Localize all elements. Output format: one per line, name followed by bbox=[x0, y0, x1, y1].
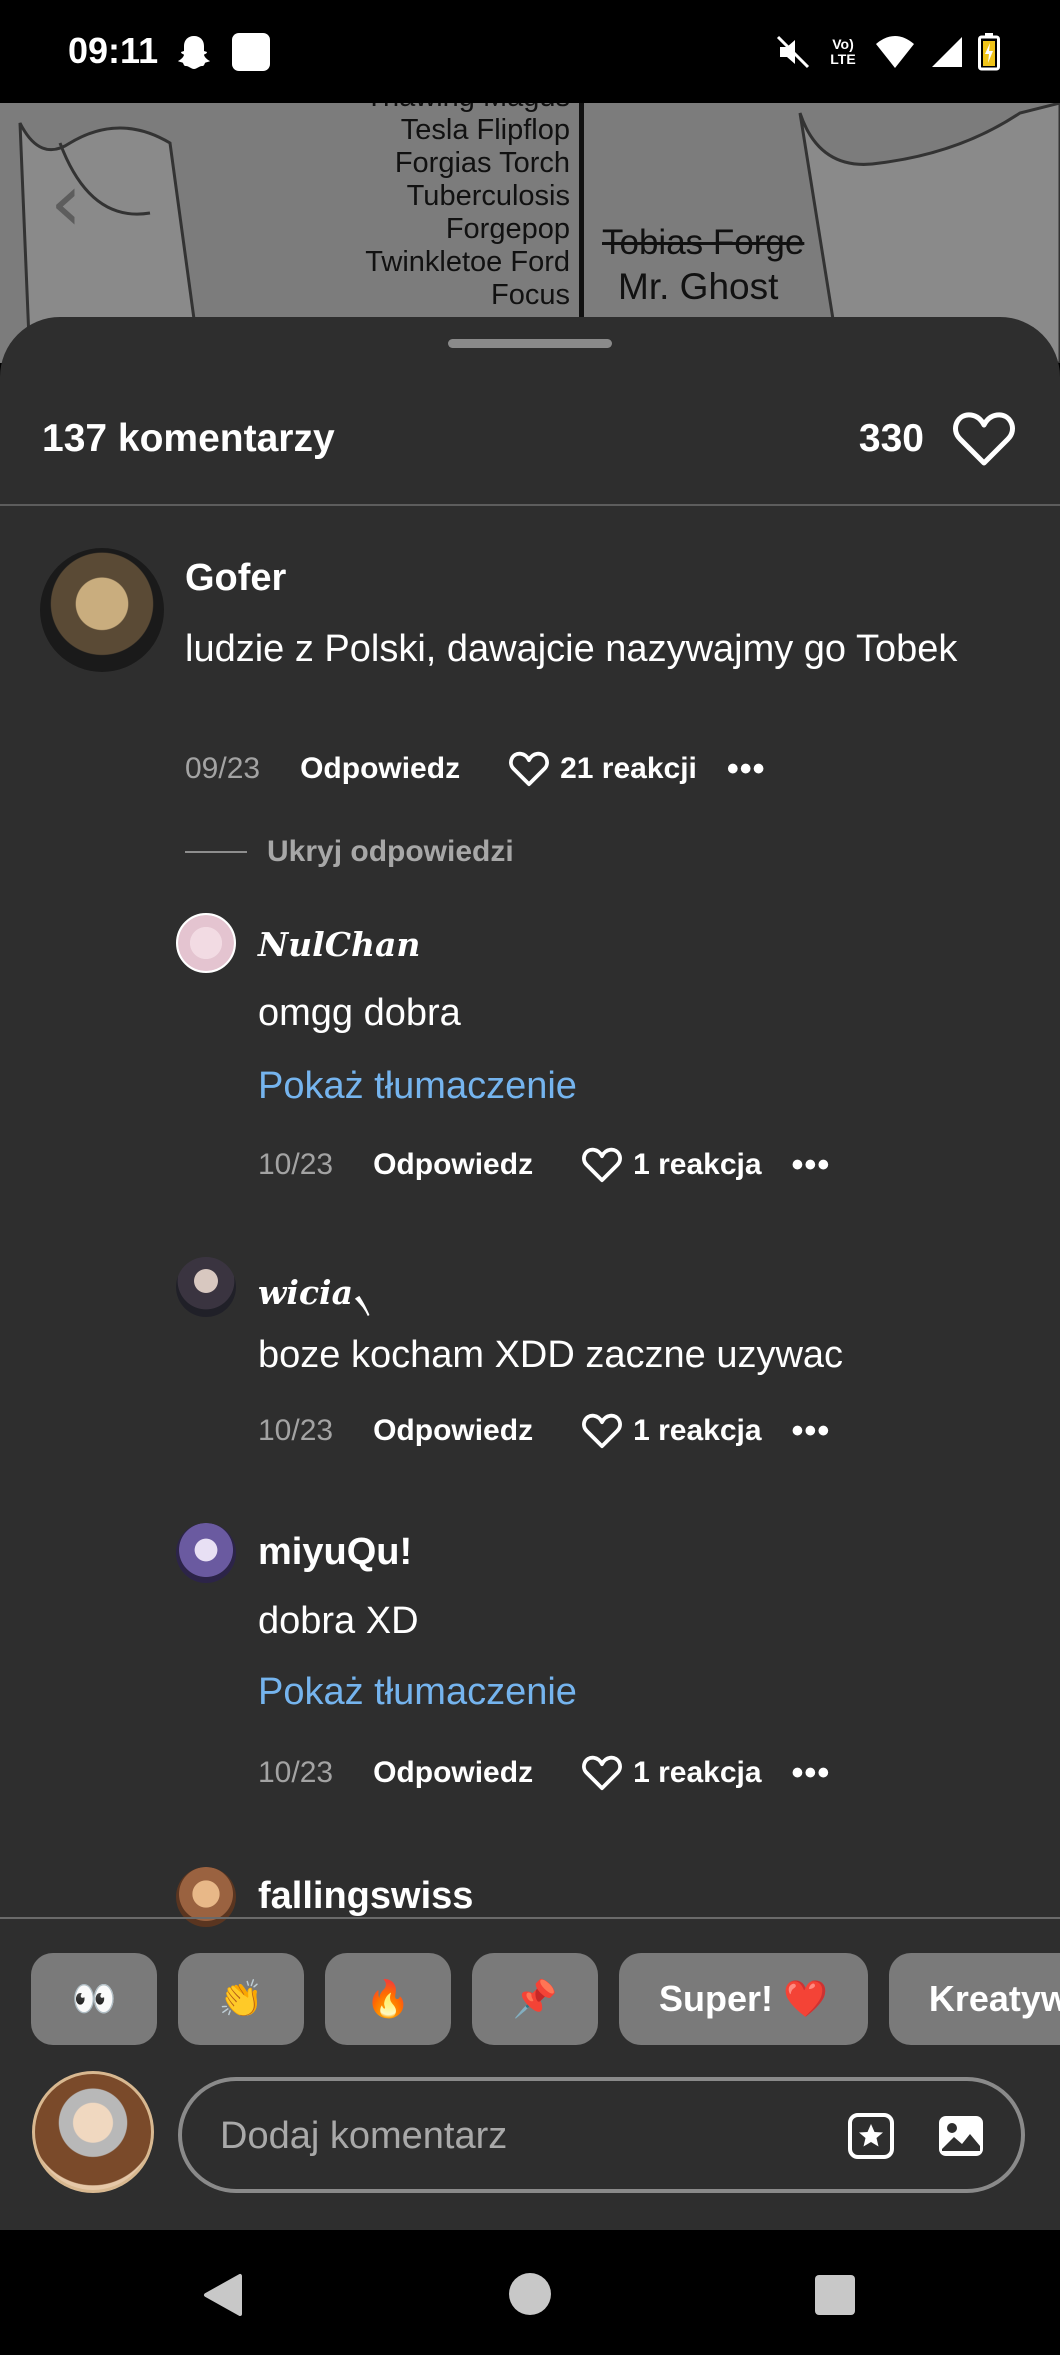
show-translation-link[interactable]: Pokaż tłumaczenie bbox=[258, 1065, 577, 1108]
pin-name: Focus bbox=[491, 279, 570, 311]
comment-input-wrapper bbox=[178, 2077, 1025, 2193]
comment-count: 137 komentarzy bbox=[42, 417, 335, 460]
pin-name: Twinkletoe Ford bbox=[365, 246, 570, 278]
volte-icon: Vo) LTE bbox=[830, 36, 856, 67]
quick-reaction-creative[interactable]: Kreatywne bbox=[888, 1953, 1060, 2045]
comment-meta: 09/23 Odpowiedz 21 reakcji ••• bbox=[185, 747, 766, 791]
reply-button[interactable]: Odpowiedz bbox=[373, 1756, 533, 1790]
hide-replies-label: Ukryj odpowiedzi bbox=[267, 835, 514, 868]
heart-icon[interactable] bbox=[952, 409, 1016, 469]
back-nav-icon[interactable] bbox=[200, 2272, 246, 2318]
image-icon[interactable] bbox=[936, 2111, 986, 2161]
avatar[interactable] bbox=[176, 913, 236, 973]
pin-struck-name: Tobias Forge bbox=[602, 223, 805, 262]
snapchat-icon bbox=[178, 36, 210, 69]
composer-divider bbox=[0, 1917, 1060, 1919]
reply-meta: 10/23 Odpowiedz 1 reakcja ••• bbox=[258, 1751, 830, 1795]
reply-author[interactable]: wicia৲ bbox=[258, 1267, 373, 1323]
reply-button[interactable]: Odpowiedz bbox=[373, 1148, 533, 1182]
avatar[interactable] bbox=[176, 1257, 236, 1317]
reply-text: omgg dobra bbox=[258, 992, 461, 1034]
comment-composer bbox=[0, 2071, 1060, 2213]
replies-line bbox=[185, 851, 247, 853]
header-divider bbox=[0, 504, 1060, 506]
reply-button[interactable]: Odpowiedz bbox=[300, 752, 460, 786]
signal-icon bbox=[932, 37, 962, 67]
reply-meta: 10/23 Odpowiedz 1 reakcja ••• bbox=[258, 1409, 830, 1453]
heart-icon bbox=[582, 1147, 622, 1183]
wifi-icon bbox=[876, 36, 914, 68]
reply-date: 10/23 bbox=[258, 1756, 334, 1789]
notification-icon bbox=[232, 33, 270, 71]
reaction-button[interactable]: 1 reakcja bbox=[581, 1754, 762, 1792]
pin-name: Thawing Magus bbox=[300, 103, 570, 114]
avatar[interactable] bbox=[32, 2071, 154, 2193]
quick-reactions: 👀 👏 🔥 📌 Super! ❤️ Kreatywne bbox=[31, 1953, 1060, 2045]
more-options-button[interactable]: ••• bbox=[727, 750, 766, 789]
reply-date: 10/23 bbox=[258, 1414, 334, 1447]
hide-replies-button[interactable]: Ukryj odpowiedzi bbox=[185, 835, 514, 869]
system-nav-bar bbox=[0, 2230, 1060, 2355]
mute-icon bbox=[776, 35, 810, 69]
heart-icon bbox=[582, 1413, 622, 1449]
comment-author[interactable]: Gofer bbox=[185, 557, 286, 600]
comment-input[interactable] bbox=[218, 2081, 802, 2191]
reply-author[interactable]: fallingswiss bbox=[258, 1875, 473, 1918]
reaction-button[interactable]: 1 reakcja bbox=[581, 1412, 762, 1450]
recents-nav-icon[interactable] bbox=[814, 2274, 856, 2316]
pin-names-list: Thawing Magus Tesla Flipflop Forgias Tor… bbox=[300, 103, 570, 312]
pin-name: Forgepop bbox=[445, 213, 570, 245]
home-nav-icon[interactable] bbox=[508, 2272, 552, 2316]
reply-date: 10/23 bbox=[258, 1148, 334, 1181]
quick-reaction-clap[interactable]: 👏 bbox=[178, 1953, 304, 2045]
pin-name: Forgias Torch bbox=[394, 147, 570, 179]
avatar[interactable] bbox=[176, 1523, 236, 1583]
pin-ghost-name: Mr. Ghost bbox=[618, 266, 779, 307]
reaction-count: 21 reakcji bbox=[560, 752, 697, 785]
quick-reaction-eyes[interactable]: 👀 bbox=[31, 1953, 157, 2045]
quick-reaction-fire[interactable]: 🔥 bbox=[325, 1953, 451, 2045]
status-time: 09:11 bbox=[68, 30, 159, 71]
reply-meta: 10/23 Odpowiedz 1 reakcja ••• bbox=[258, 1143, 830, 1187]
drag-handle[interactable] bbox=[448, 339, 612, 348]
more-options-button[interactable]: ••• bbox=[792, 1146, 831, 1185]
pin-name: Tuberculosis bbox=[406, 180, 570, 212]
reply-text: boze kocham XDD zaczne uzywac bbox=[258, 1334, 844, 1376]
reaction-count: 1 reakcja bbox=[633, 1148, 762, 1181]
heart-icon bbox=[582, 1755, 622, 1791]
quick-reaction-super[interactable]: Super! ❤️ bbox=[619, 1953, 868, 2045]
more-options-button[interactable]: ••• bbox=[792, 1754, 831, 1793]
sticker-icon[interactable] bbox=[846, 2111, 896, 2161]
reaction-button[interactable]: 1 reakcja bbox=[581, 1146, 762, 1184]
reaction-count: 1 reakcja bbox=[633, 1756, 762, 1789]
chevron-left-icon[interactable]: ‹ bbox=[50, 163, 82, 243]
heart-icon bbox=[509, 751, 549, 787]
reply-button[interactable]: Odpowiedz bbox=[373, 1414, 533, 1448]
show-translation-link[interactable]: Pokaż tłumaczenie bbox=[258, 1671, 577, 1714]
battery-icon bbox=[978, 33, 1000, 71]
comments-sheet: 137 komentarzy 330 Gofer ludzie z Polski… bbox=[0, 317, 1060, 2230]
quick-reaction-pin[interactable]: 📌 bbox=[472, 1953, 598, 2045]
reply-text: dobra XD bbox=[258, 1600, 419, 1642]
status-icons: Vo) LTE bbox=[774, 30, 1000, 74]
reaction-count: 1 reakcja bbox=[633, 1414, 762, 1447]
reaction-button[interactable]: 21 reakcji bbox=[508, 750, 697, 788]
reply-author[interactable]: NulChan bbox=[258, 925, 420, 964]
pin-name: Tesla Flipflop bbox=[400, 114, 570, 146]
comment-text: ludzie z Polski, dawajcie nazywajmy go T… bbox=[185, 628, 958, 670]
reply-author[interactable]: miyuQu! bbox=[258, 1531, 412, 1574]
more-options-button[interactable]: ••• bbox=[792, 1412, 831, 1451]
avatar[interactable] bbox=[40, 548, 164, 672]
like-count: 330 bbox=[858, 417, 924, 460]
comment-date: 09/23 bbox=[185, 752, 261, 785]
status-bar: 09:11 Vo) LTE bbox=[0, 0, 1060, 103]
